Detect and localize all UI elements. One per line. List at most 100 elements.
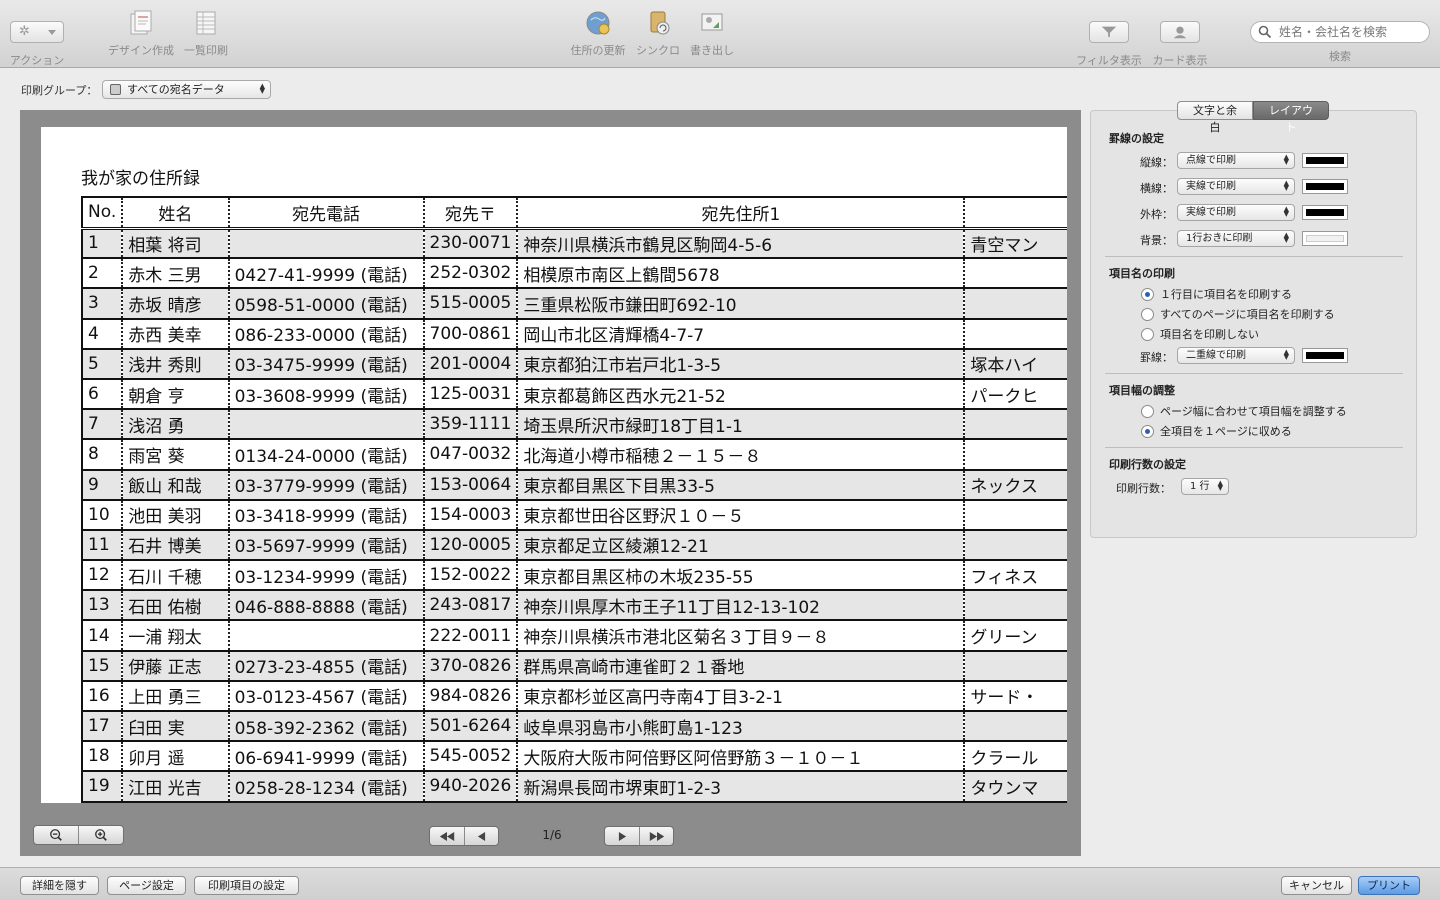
table-cell: 03-3418-9999 (電話) [227, 498, 424, 531]
tab-text-margins[interactable]: 文字と余白 [1177, 101, 1253, 134]
table-cell: 赤坂 晴彦 [121, 287, 229, 320]
column-header: 宛先電話 [227, 196, 424, 230]
radio[interactable] [1141, 327, 1154, 341]
table-cell: 朝倉 亨 [121, 377, 229, 411]
table-cell: 0427-41-9999 (電話) [227, 257, 424, 290]
row-count-select[interactable]: 1 行 ▲ ▼ [1181, 478, 1229, 495]
background-color-well[interactable] [1302, 231, 1348, 246]
divider [1105, 373, 1403, 374]
print-group-select[interactable]: すべての宛名データ ▲ ▼ [102, 80, 271, 99]
table-cell: 940-2026 [422, 770, 518, 803]
table-body: 1 相葉 将司 230-0071 神奈川県横浜市鶴見区駒岡4-5-6 青空マン 2 赤木 三… [80, 226, 1067, 803]
table-header-row: No. 姓名 宛先電話 宛先〒 宛先住所1 [80, 196, 1067, 230]
next-page-button[interactable] [605, 827, 640, 845]
header-rule-color-well[interactable] [1302, 348, 1348, 363]
group-icon [110, 84, 121, 95]
page-indicator: 1/6 [542, 828, 562, 842]
table-cell: 152-0022 [422, 559, 518, 592]
design-label: デザイン作成 [108, 44, 174, 57]
header-rule-select[interactable]: 二重線で印刷 ▲ ▼ [1177, 347, 1295, 364]
table-cell: 03-1234-9999 (電話) [227, 559, 424, 592]
cancel-button[interactable]: キャンセル [1281, 876, 1352, 895]
table-cell: 東京都足立区綾瀬12-21 [516, 528, 965, 562]
action-button[interactable]: ✲ [10, 21, 64, 43]
table-cell: 515-0005 [422, 287, 518, 320]
vertical-line-color-well[interactable] [1302, 153, 1348, 168]
table-row: 19 江田 光吉 0258-28-1234 (電話) 940-2026 新潟県長岡市堺東… [80, 770, 1067, 803]
table-cell: 501-6264 [422, 709, 518, 743]
divider [1105, 256, 1403, 257]
color-fill [1306, 209, 1344, 216]
table-cell [963, 498, 1067, 531]
zoom-in-button[interactable] [79, 826, 123, 844]
table-row: 3 赤坂 晴彦 0598-51-0000 (電話) 515-0005 三重県松阪市鎌田町… [80, 287, 1067, 320]
globe-icon [586, 11, 610, 35]
search-input[interactable] [1279, 24, 1424, 40]
list-print-button[interactable]: 一覧印刷 [180, 8, 232, 58]
filter-toggle[interactable] [1089, 21, 1129, 43]
card-view-button[interactable]: カード表示 [1150, 8, 1210, 68]
table-cell: 0273-23-4855 (電話) [227, 649, 424, 682]
sync-button[interactable]: シンクロ [634, 8, 682, 58]
background-select[interactable]: 1行おきに印刷 ▲ ▼ [1177, 230, 1295, 247]
horizontal-line-color-well[interactable] [1302, 179, 1348, 194]
print-fields-button[interactable]: 印刷項目の設定 [194, 876, 299, 895]
header-none-option[interactable]: 項目名を印刷しない [1141, 326, 1259, 342]
design-button[interactable]: デザイン作成 [106, 8, 176, 58]
header-first-row-option[interactable]: １行目に項目名を印刷する [1141, 286, 1292, 302]
outer-frame-select[interactable]: 実線で印刷 ▲ ▼ [1177, 204, 1295, 221]
prev-page-button[interactable] [465, 827, 498, 845]
table-cell: 相模原市南区上鶴間5678 [516, 257, 965, 290]
next-page-controls [604, 826, 674, 846]
page-setup-button[interactable]: ページ設定 [107, 876, 186, 895]
vertical-line-select[interactable]: 点線で印刷 ▲ ▼ [1177, 152, 1295, 169]
hide-details-button[interactable]: 詳細を隠す [20, 876, 99, 895]
table-cell: 243-0817 [422, 589, 518, 622]
updown-arrows-icon: ▲ ▼ [1217, 479, 1223, 492]
first-page-button[interactable] [430, 827, 465, 845]
search-field[interactable] [1250, 21, 1430, 43]
export-button[interactable]: 書き出し [688, 8, 736, 58]
prev-page-controls [429, 826, 499, 846]
fit-page-width-option[interactable]: ページ幅に合わせて項目幅を調整する [1141, 403, 1347, 419]
row-count-value: 1 行 [1190, 481, 1210, 492]
horizontal-line-select[interactable]: 実線で印刷 ▲ ▼ [1177, 178, 1295, 195]
table-row: 14 一浦 翔太 222-0011 神奈川県横浜市港北区菊名３丁目９－８ グリーン [80, 619, 1067, 652]
zoom-out-button[interactable] [34, 826, 79, 844]
table-cell: 03-3608-9999 (電話) [227, 377, 424, 411]
table-row: 17 臼田 実 058-392-2362 (電話) 501-6264 岐阜県羽島市小熊町… [80, 709, 1067, 743]
column-header: 宛先住所1 [516, 196, 965, 230]
table-cell: 1 [80, 226, 123, 260]
print-button[interactable]: プリント [1358, 876, 1420, 895]
card-view-toggle[interactable] [1160, 21, 1200, 43]
action-menu[interactable]: ✲ アクション [8, 8, 66, 68]
zoom-in-icon [95, 829, 107, 841]
table-cell: 一浦 翔太 [121, 619, 229, 652]
radio-selected[interactable] [1141, 424, 1154, 438]
radio-selected[interactable] [1141, 287, 1154, 301]
fit-one-page-option[interactable]: 全項目を１ページに収める [1141, 423, 1292, 439]
sync-icon [650, 11, 670, 35]
table-cell: 03-3779-9999 (電話) [227, 468, 424, 501]
outer-frame-color-well[interactable] [1302, 205, 1348, 220]
header-all-pages-option[interactable]: すべてのページに項目名を印刷する [1141, 306, 1335, 322]
table-row: 8 雨宮 葵 0134-24-0000 (電話) 047-0032 北海道小樽市稲穂２－… [80, 438, 1067, 471]
last-page-button[interactable] [640, 827, 673, 845]
updown-arrows-icon: ▲ ▼ [1283, 348, 1289, 361]
tab-layout[interactable]: レイアウト [1253, 101, 1329, 134]
table-cell: 8 [80, 438, 123, 471]
vertical-line-value: 点線で印刷 [1186, 155, 1236, 166]
table-cell: 神奈川県厚木市王子11丁目12-13-102 [516, 589, 965, 622]
address-table: No. 姓名 宛先電話 宛先〒 宛先住所1 1 相葉 将司 230-0071 神奈川県… [80, 196, 1067, 803]
table-cell: 19 [80, 770, 123, 803]
filter-button[interactable]: フィルタ表示 [1072, 8, 1146, 68]
right-icon [618, 831, 626, 841]
update-address-button[interactable]: 住所の更新 [568, 8, 628, 58]
table-row: 6 朝倉 亨 03-3608-9999 (電話) 125-0031 東京都葛飾区西水元2… [80, 377, 1067, 411]
table-row: 12 石川 千穂 03-1234-9999 (電話) 152-0022 東京都目黒区柿の… [80, 559, 1067, 592]
table-cell: 6 [80, 377, 123, 411]
radio[interactable] [1141, 404, 1154, 418]
table-cell [963, 709, 1067, 743]
design-icon [130, 10, 152, 35]
radio[interactable] [1141, 307, 1154, 321]
